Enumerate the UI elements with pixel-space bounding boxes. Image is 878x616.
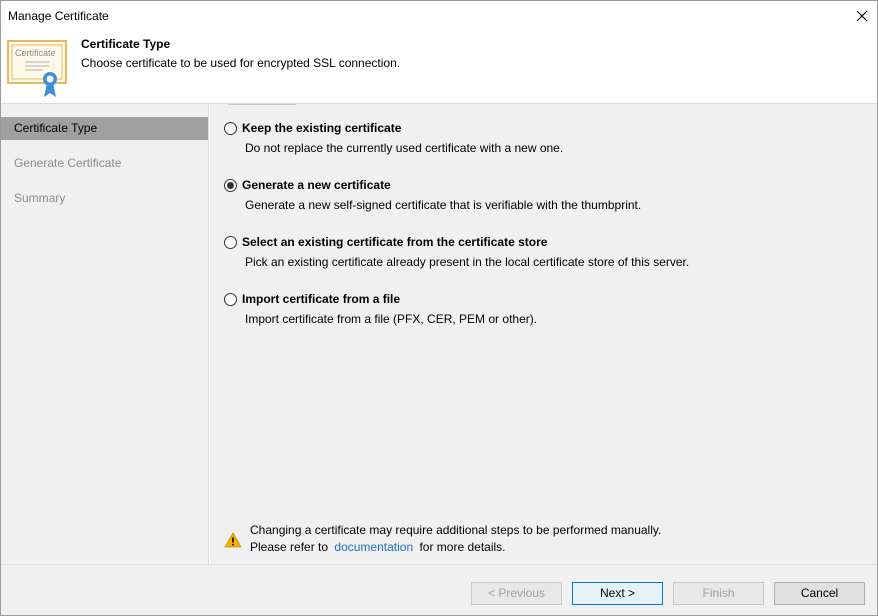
option-import-from-file-label[interactable]: Import certificate from a file: [242, 292, 400, 306]
warning-line-1: Changing a certificate may require addit…: [250, 523, 662, 537]
finish-button[interactable]: Finish: [673, 582, 764, 605]
sidebar-item-generate-certificate: Generate Certificate: [14, 156, 122, 170]
option-import-from-file-description: Import certificate from a file (PFX, CER…: [245, 312, 538, 326]
sidebar-item-summary: Summary: [14, 191, 66, 205]
panel-divider: [228, 104, 296, 105]
cancel-button[interactable]: Cancel: [774, 582, 865, 605]
warning-suffix: for more details.: [419, 540, 506, 554]
option-keep-existing-label[interactable]: Keep the existing certificate: [242, 121, 401, 135]
certificate-icon: Certificate: [7, 40, 67, 97]
wizard-steps-sidebar: Certificate Type Generate Certificate Su…: [1, 104, 209, 564]
option-select-from-store-description: Pick an existing certificate already pre…: [245, 255, 690, 269]
option-keep-existing-description: Do not replace the currently used certif…: [245, 141, 564, 155]
warning-message: Changing a certificate may require addit…: [224, 522, 864, 558]
option-generate-new-label[interactable]: Generate a new certificate: [242, 178, 391, 192]
certificate-icon-label: Certificate: [15, 48, 56, 58]
warning-line-2: Please refer to documentation for more d…: [250, 539, 661, 556]
warning-icon: [224, 532, 242, 548]
radio-import-from-file[interactable]: [224, 293, 237, 306]
radio-keep-existing[interactable]: [224, 122, 237, 135]
documentation-link[interactable]: documentation: [334, 540, 413, 554]
certificate-type-panel: Keep the existing certificate Do not rep…: [210, 104, 877, 564]
wizard-header: Certificate Certificate Type Choose cert…: [1, 31, 877, 103]
page-subtitle: Choose certificate to be used for encryp…: [81, 56, 401, 70]
previous-button[interactable]: < Previous: [471, 582, 562, 605]
next-button[interactable]: Next >: [572, 582, 663, 605]
warning-text: Changing a certificate may require addit…: [250, 522, 661, 556]
wizard-footer: < Previous Next > Finish Cancel: [1, 564, 877, 615]
radio-generate-new[interactable]: [224, 179, 237, 192]
manage-certificate-window: Manage Certificate Certificate Certifica…: [0, 0, 878, 616]
warning-prefix: Please refer to: [250, 540, 329, 554]
radio-select-from-store[interactable]: [224, 236, 237, 249]
option-select-from-store-label[interactable]: Select an existing certificate from the …: [242, 235, 547, 249]
page-title: Certificate Type: [81, 37, 171, 51]
option-generate-new-description: Generate a new self-signed certificate t…: [245, 198, 642, 212]
window-title: Manage Certificate: [8, 9, 109, 23]
close-icon: [856, 10, 868, 22]
close-button[interactable]: [847, 1, 877, 31]
sidebar-item-certificate-type[interactable]: Certificate Type: [1, 117, 208, 140]
title-bar: Manage Certificate: [1, 1, 877, 31]
